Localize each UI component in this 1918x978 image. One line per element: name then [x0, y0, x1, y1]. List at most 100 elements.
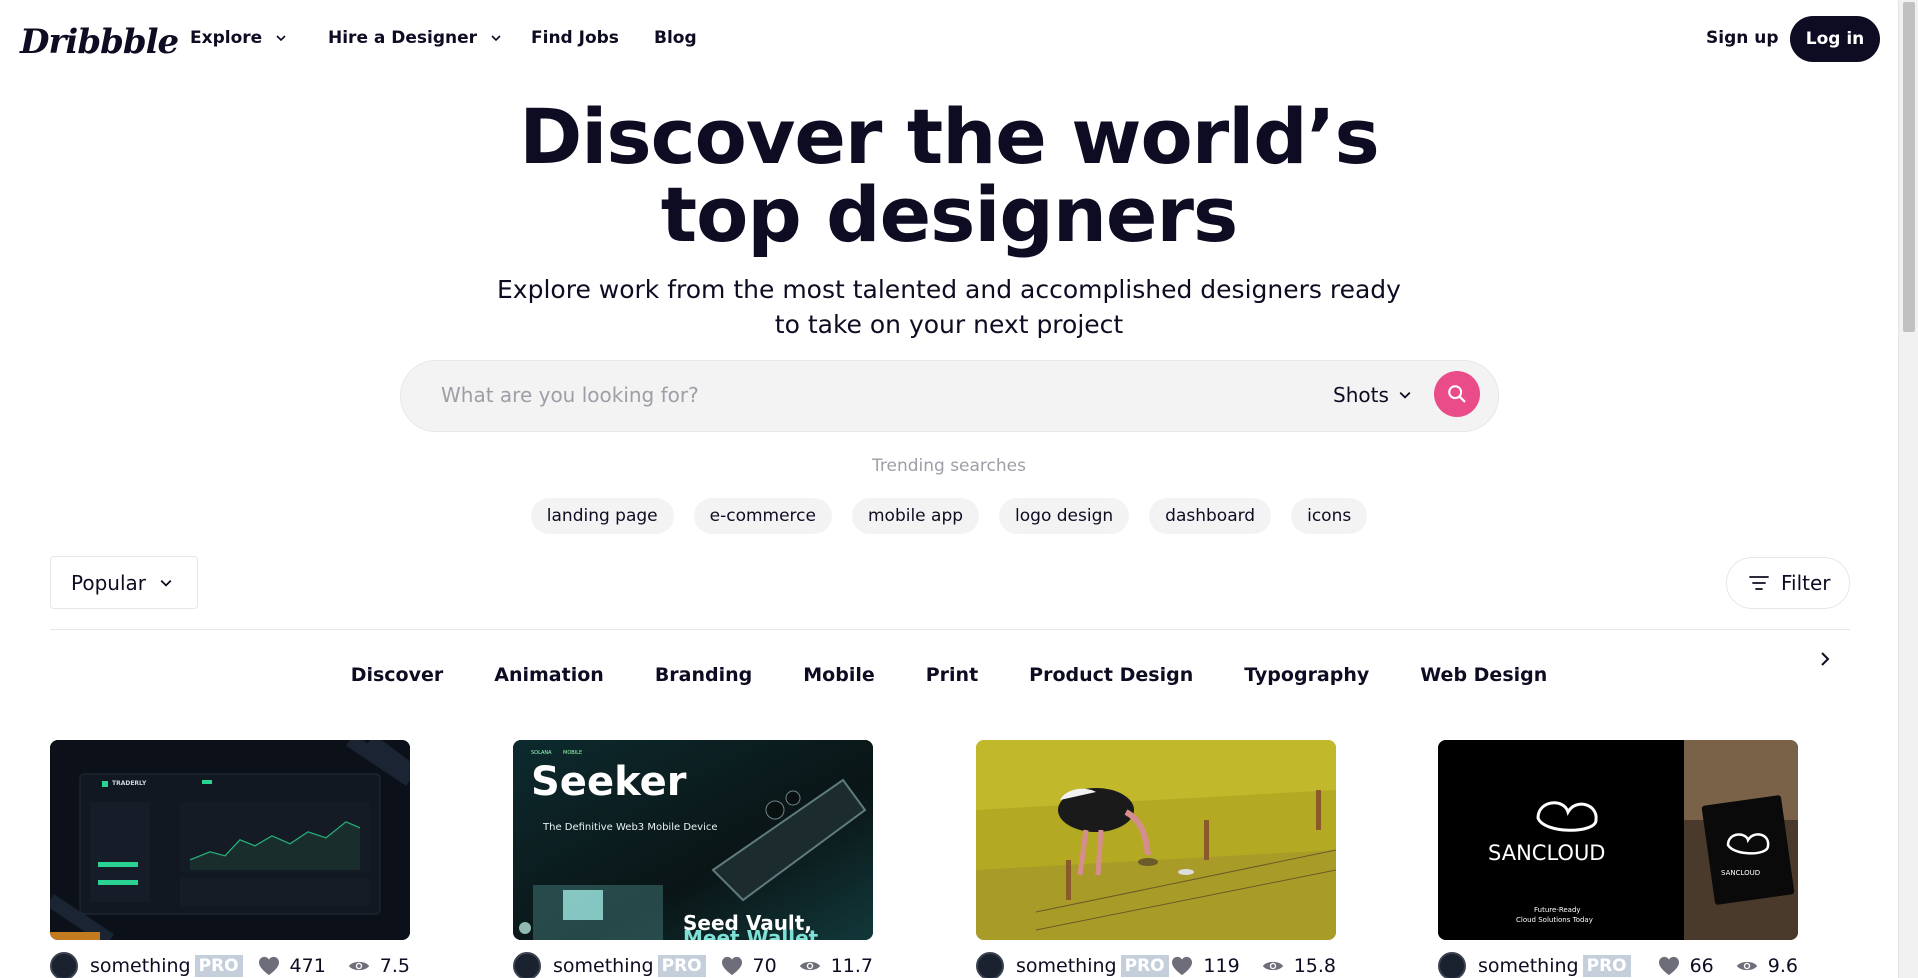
- tab-discover[interactable]: Discover: [351, 664, 444, 686]
- chevron-down-icon: [491, 35, 501, 42]
- trending-chip[interactable]: e-commerce: [693, 498, 832, 534]
- thumb-title: Seeker: [531, 759, 687, 805]
- shot-card[interactable]: SOLANA MOBILE Seeker The Definitive Web3…: [513, 740, 873, 978]
- likes-stat[interactable]: 119: [1171, 955, 1240, 977]
- tab-web-design[interactable]: Web Design: [1420, 664, 1547, 686]
- log-in-button[interactable]: Log in: [1790, 16, 1880, 62]
- top-nav: Dribbble Explore Hire a Designer Find Jo…: [0, 0, 1898, 78]
- chevron-down-icon: [160, 579, 172, 587]
- eye-icon: [799, 961, 820, 971]
- trending-chip[interactable]: logo design: [999, 498, 1130, 534]
- phone-thumbnail-art: SOLANA MOBILE Seeker The Definitive Web3…: [513, 740, 873, 940]
- shot-stats: 70 11.7: [721, 952, 873, 978]
- trending-searches-label: Trending searches: [871, 456, 1026, 476]
- tab-print[interactable]: Print: [926, 664, 978, 686]
- filter-button[interactable]: Filter: [1726, 557, 1850, 609]
- author-name[interactable]: something: [1016, 955, 1117, 977]
- hero-title: Discover the world’s top designers: [0, 98, 1898, 254]
- shot-thumbnail[interactable]: SOLANA MOBILE Seeker The Definitive Web3…: [513, 740, 873, 940]
- author-name[interactable]: something: [90, 955, 191, 977]
- thumb-subtitle: The Definitive Web3 Mobile Device: [542, 822, 718, 833]
- trending-chip[interactable]: landing page: [530, 498, 674, 534]
- trending-chip[interactable]: mobile app: [851, 498, 980, 534]
- chevron-right-icon[interactable]: [1818, 650, 1832, 668]
- likes-stat[interactable]: 70: [721, 955, 777, 977]
- views-stat: 15.8: [1262, 955, 1336, 977]
- likes-count: 119: [1203, 955, 1240, 977]
- pro-badge: PRO: [657, 955, 706, 977]
- avatar[interactable]: [50, 952, 78, 978]
- views-count: 15.8: [1293, 955, 1336, 977]
- tab-typography[interactable]: Typography: [1244, 664, 1369, 686]
- thumb-caption-meet-wallet: Meet Wallet: [683, 926, 819, 940]
- heart-icon: [1658, 956, 1679, 976]
- pro-badge: PRO: [1120, 955, 1169, 977]
- shot-card[interactable]: SANCLOUD SANCLOUD Future-Ready Cloud Sol…: [1438, 740, 1798, 978]
- hero-title-line-2: top designers: [660, 170, 1238, 259]
- likes-stat[interactable]: 471: [258, 955, 326, 977]
- shot-thumbnail[interactable]: TRADERLY: [50, 740, 410, 940]
- pro-badge: PRO: [194, 955, 243, 977]
- heart-icon: [1172, 956, 1193, 976]
- ostrich-illustration: [976, 740, 1336, 940]
- tab-mobile[interactable]: Mobile: [803, 664, 874, 686]
- shot-stats: 471 7.5: [258, 952, 410, 978]
- filter-icon: [1749, 576, 1769, 590]
- likes-count: 66: [1689, 955, 1714, 977]
- search-button[interactable]: [1434, 371, 1480, 417]
- avatar[interactable]: [1438, 952, 1466, 978]
- views-stat: 9.6: [1736, 955, 1798, 977]
- hero-subtitle-line-2: to take on your next project: [774, 310, 1124, 339]
- search-input[interactable]: What are you looking for?: [441, 383, 699, 407]
- views-count: 7.5: [379, 955, 410, 977]
- shot-meta: something PRO 119 15.8: [976, 952, 1336, 978]
- brand-name-text: SANCLOUD: [1488, 841, 1605, 865]
- hero-subtitle-line-1: Explore work from the most talented and …: [497, 275, 1401, 304]
- tab-product-design[interactable]: Product Design: [1029, 664, 1193, 686]
- sign-up-link[interactable]: Sign up: [1706, 28, 1779, 48]
- heart-icon: [721, 956, 742, 976]
- nav-hire-label: Hire a Designer: [328, 28, 478, 48]
- nav-hire-designer[interactable]: Hire a Designer: [328, 28, 501, 48]
- scrollbar-thumb[interactable]: [1903, 2, 1915, 332]
- sort-dropdown[interactable]: Popular: [50, 556, 198, 609]
- page-scrollbar[interactable]: [1898, 0, 1918, 978]
- search-bar: What are you looking for? Shots: [400, 360, 1499, 432]
- shot-thumbnail[interactable]: [976, 740, 1336, 940]
- dashboard-thumbnail-art: TRADERLY: [50, 740, 410, 940]
- likes-count: 471: [289, 955, 326, 977]
- eye-icon: [1736, 961, 1757, 971]
- search-type-label: Shots: [1333, 383, 1389, 407]
- search-type-dropdown[interactable]: Shots: [1333, 383, 1411, 407]
- pro-badge: PRO: [1582, 955, 1631, 977]
- trending-chip[interactable]: icons: [1291, 498, 1368, 534]
- likes-stat[interactable]: 66: [1658, 955, 1714, 977]
- author-name[interactable]: something: [1478, 955, 1579, 977]
- nav-explore[interactable]: Explore: [190, 28, 286, 48]
- views-count: 11.7: [830, 955, 873, 977]
- chevron-down-icon: [1399, 391, 1411, 399]
- tab-animation[interactable]: Animation: [494, 664, 604, 686]
- author-name[interactable]: something: [553, 955, 654, 977]
- thumb-tag-solana: SOLANA: [531, 750, 552, 756]
- shot-meta: something PRO 66 9.6: [1438, 952, 1798, 978]
- nav-find-jobs[interactable]: Find Jobs: [531, 28, 619, 48]
- dribbble-logo[interactable]: Dribbble: [20, 22, 179, 62]
- thumb-tag-mobile: MOBILE: [563, 750, 582, 756]
- hero-title-line-1: Discover the world’s: [519, 92, 1380, 181]
- shot-card[interactable]: TRADERLY something PRO 471 7.5: [50, 740, 410, 978]
- shot-meta: something PRO 471 7.5: [50, 952, 410, 978]
- tagline-line-2: Cloud Solutions Today: [1516, 916, 1593, 924]
- nav-blog[interactable]: Blog: [654, 28, 697, 48]
- chevron-down-icon: [276, 35, 286, 42]
- hero-subtitle: Explore work from the most talented and …: [0, 272, 1898, 342]
- shot-card[interactable]: something PRO 119 15.8: [976, 740, 1336, 978]
- views-stat: 11.7: [799, 955, 873, 977]
- trending-chip[interactable]: dashboard: [1149, 498, 1272, 534]
- divider: [50, 629, 1850, 630]
- avatar[interactable]: [513, 952, 541, 978]
- views-count: 9.6: [1767, 955, 1798, 977]
- shot-thumbnail[interactable]: SANCLOUD SANCLOUD Future-Ready Cloud Sol…: [1438, 740, 1798, 940]
- tab-branding[interactable]: Branding: [655, 664, 752, 686]
- avatar[interactable]: [976, 952, 1004, 978]
